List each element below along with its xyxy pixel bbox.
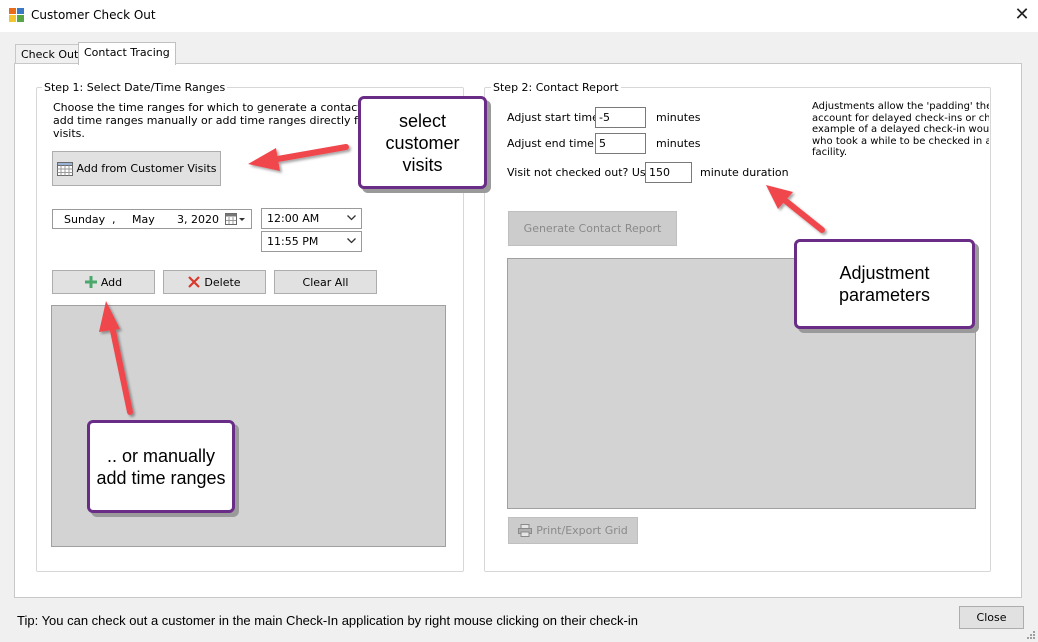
chevron-down-icon [347, 215, 356, 221]
not-checked-out-unit: minute duration [700, 166, 789, 179]
printer-icon [518, 524, 533, 537]
adjustment-help-text: Adjustments allow the 'padding' the tim … [812, 101, 989, 171]
clear-all-button-label: Clear All [302, 275, 349, 289]
resize-grip-icon[interactable] [1024, 628, 1036, 640]
help-line-5: facility. [812, 147, 848, 159]
generate-contact-report-button[interactable]: Generate Contact Report [508, 211, 677, 246]
not-checked-out-label: Visit not checked out? Use [507, 166, 653, 179]
add-button[interactable]: Add [52, 270, 155, 294]
callout-adjustment-text: Adjustment parameters [838, 263, 931, 305]
add-from-customer-visits-button[interactable]: Add from Customer Visits [52, 151, 221, 186]
adjust-end-input[interactable]: 5 [595, 133, 646, 154]
close-button[interactable]: Close [959, 606, 1024, 629]
adjust-start-label: Adjust start time [507, 111, 599, 124]
end-time-value: 11:55 PM [267, 235, 319, 248]
step1-legend: Step 1: Select Date/Time Ranges [42, 81, 228, 94]
window-title: Customer Check Out [31, 8, 156, 22]
callout-manual-add: .. or manually add time ranges [87, 420, 235, 513]
help-line-1: Adjustments allow the 'padding' the tim [812, 101, 989, 112]
callout-adjustment-parameters: Adjustment parameters [794, 239, 975, 329]
help-line-4: who took a while to be checked in afte [812, 135, 989, 147]
callout-select-visits: select customer visits [358, 96, 487, 189]
delete-button-label: Delete [204, 275, 241, 289]
help-line-2: account for delayed check-ins or chec [812, 112, 989, 124]
print-export-grid-label: Print/Export Grid [536, 524, 628, 537]
callout-manual-text: .. or manually add time ranges [96, 445, 226, 488]
calendar-grid-icon [56, 161, 73, 176]
add-button-label: Add [100, 275, 123, 289]
not-checked-out-input[interactable]: 150 [645, 162, 692, 183]
end-time-select[interactable]: 11:55 PM [261, 231, 362, 252]
step2-legend: Step 2: Contact Report [491, 81, 621, 94]
calendar-dropdown-icon[interactable] [225, 213, 247, 226]
footer-tip: Tip: You can check out a customer in the… [17, 613, 638, 628]
date-day-year: 3, 2020 [177, 213, 219, 226]
start-time-select[interactable]: 12:00 AM [261, 208, 362, 229]
adjust-end-label: Adjust end time [507, 137, 594, 150]
date-picker[interactable]: Sunday , May 3, 2020 [52, 209, 252, 229]
callout-select-visits-text: select customer visits [385, 110, 460, 175]
adjust-start-input[interactable]: -5 [595, 107, 646, 128]
step1-instructions-line3: visits. [53, 127, 85, 140]
tab-contact-tracing[interactable]: Contact Tracing [78, 42, 176, 65]
plus-icon [84, 276, 97, 288]
date-weekday: Sunday [64, 213, 106, 226]
add-from-customer-visits-label: Add from Customer Visits [76, 162, 217, 175]
print-export-grid-button[interactable]: Print/Export Grid [508, 517, 638, 544]
adjust-end-unit: minutes [656, 137, 701, 150]
delete-button[interactable]: Delete [163, 270, 266, 294]
app-icon [9, 8, 24, 22]
help-line-3: example of a delayed check-in would l [812, 124, 989, 136]
generate-contact-report-label: Generate Contact Report [523, 222, 662, 235]
start-time-value: 12:00 AM [267, 212, 320, 225]
tab-check-out[interactable]: Check Out [15, 44, 85, 65]
clear-all-button[interactable]: Clear All [274, 270, 377, 294]
close-button-label: Close [976, 611, 1007, 624]
delete-x-icon [188, 276, 201, 288]
chevron-down-icon [347, 238, 356, 244]
date-sep: , [112, 213, 116, 226]
adjust-start-unit: minutes [656, 111, 701, 124]
date-month: May [132, 213, 155, 226]
window-close-button[interactable]: ✕ [1008, 3, 1036, 27]
